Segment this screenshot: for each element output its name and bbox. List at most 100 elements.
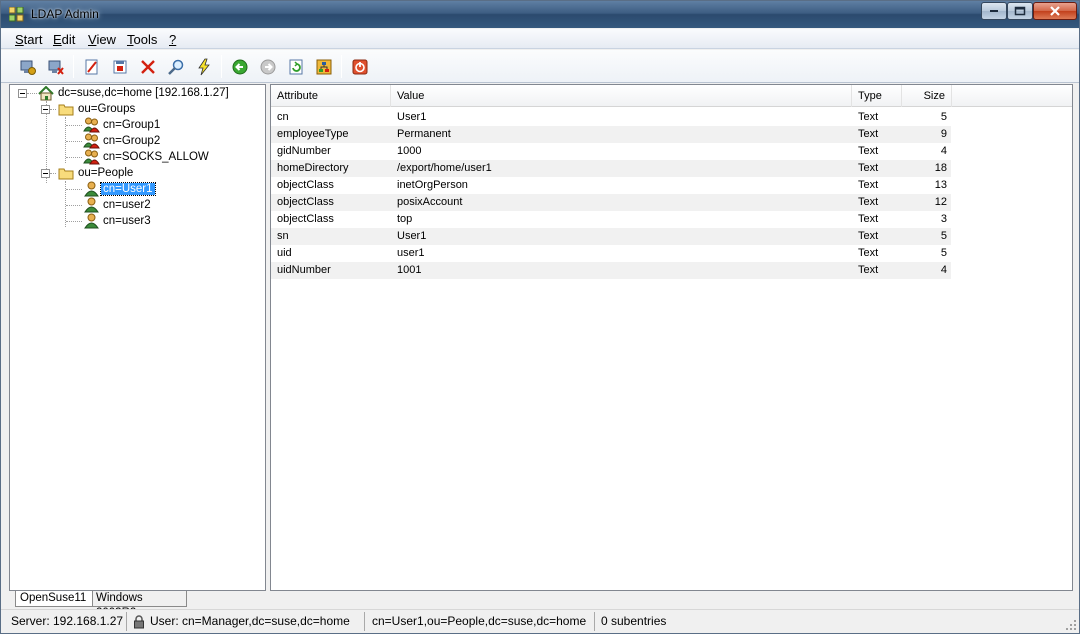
- menu-help[interactable]: ?: [169, 32, 176, 47]
- back-icon: [232, 59, 248, 75]
- attribute-cell: sn: [277, 230, 289, 242]
- table-row[interactable]: objectClass top Text 3: [271, 211, 951, 228]
- schema-button[interactable]: [313, 56, 335, 78]
- lock-icon: [133, 614, 145, 629]
- attribute-cell: uid: [277, 247, 292, 259]
- attribute-cell: objectClass: [277, 213, 334, 225]
- value-cell: top: [397, 213, 413, 225]
- resize-grip-icon[interactable]: [1065, 619, 1077, 631]
- size-cell: 5: [940, 230, 947, 242]
- close-button[interactable]: [1033, 2, 1077, 20]
- connection-tabs: OpenSuse11 Windows 2003R2: [9, 591, 1073, 619]
- forward-icon: [260, 59, 276, 75]
- delete-button[interactable]: [137, 56, 159, 78]
- app-window: LDAP Admin Start Edit View Tools ? dc=su…: [0, 0, 1080, 634]
- tree-node-label-selected: cn=User1: [100, 182, 156, 196]
- menu-view[interactable]: View: [88, 32, 116, 47]
- table-row[interactable]: cn User1 Text 5: [271, 109, 951, 126]
- close-icon: [1050, 6, 1060, 16]
- tree-line: [66, 221, 82, 222]
- table-row[interactable]: uid user1 Text 5: [271, 245, 951, 262]
- window-title: LDAP Admin: [31, 7, 99, 21]
- column-header-type[interactable]: Type: [852, 85, 902, 107]
- menu-tools[interactable]: Tools: [127, 32, 157, 47]
- tree-node-socks-allow[interactable]: cn=SOCKS_ALLOW: [82, 149, 211, 165]
- attribute-cell: employeeType: [277, 128, 349, 140]
- column-header-attribute[interactable]: Attribute: [271, 85, 391, 107]
- tree-expander-root[interactable]: [18, 89, 27, 98]
- type-cell: Text: [858, 111, 879, 123]
- status-server: Server: 192.168.1.27: [7, 612, 127, 631]
- attribute-list[interactable]: Attribute Value Type Size cn User1 Text 5 em…: [270, 84, 1073, 591]
- edit-entry-button[interactable]: [81, 56, 103, 78]
- exit-button[interactable]: [349, 56, 371, 78]
- tree-node-group2[interactable]: cn=Group2: [82, 133, 162, 149]
- tree-node-label: cn=user2: [103, 199, 151, 211]
- modify-icon: [198, 58, 210, 76]
- tree-node-root[interactable]: dc=suse,dc=home [192.168.1.27]: [37, 85, 231, 101]
- tree-line: [66, 189, 82, 190]
- menu-edit[interactable]: Edit: [53, 32, 75, 47]
- size-cell: 3: [940, 213, 947, 225]
- connect-button[interactable]: [17, 56, 39, 78]
- tree-node-user3[interactable]: cn=user3: [82, 213, 153, 229]
- tree-node-people[interactable]: ou=People: [57, 165, 135, 181]
- menu-start[interactable]: Start: [15, 32, 42, 47]
- tree-node-user2[interactable]: cn=user2: [82, 197, 153, 213]
- tree-line: [66, 125, 82, 126]
- tree-node-groups[interactable]: ou=Groups: [57, 101, 137, 117]
- refresh-button[interactable]: [285, 56, 307, 78]
- disconnect-button[interactable]: [45, 56, 67, 78]
- attribute-cell: objectClass: [277, 179, 334, 191]
- table-row[interactable]: uidNumber 1001 Text 4: [271, 262, 951, 279]
- tree-expander-groups[interactable]: [41, 105, 50, 114]
- maximize-button[interactable]: [1007, 2, 1033, 20]
- type-cell: Text: [858, 128, 879, 140]
- table-row[interactable]: sn User1 Text 5: [271, 228, 951, 245]
- exit-icon: [352, 59, 368, 75]
- tree-node-label: dc=suse,dc=home [192.168.1.27]: [58, 87, 229, 99]
- tree-node-group1[interactable]: cn=Group1: [82, 117, 162, 133]
- table-row[interactable]: homeDirectory/export/home/user1 Text 18: [271, 160, 951, 177]
- type-cell: Text: [858, 264, 879, 276]
- disconnect-icon: [48, 60, 64, 75]
- toolbar-separator: [73, 55, 74, 78]
- type-cell: Text: [858, 145, 879, 157]
- table-row[interactable]: objectClass inetOrgPerson Text 13: [271, 177, 951, 194]
- column-header-value[interactable]: Value: [391, 85, 852, 107]
- search-icon: [168, 59, 184, 75]
- size-cell: 4: [940, 145, 947, 157]
- size-cell: 5: [940, 247, 947, 259]
- table-row[interactable]: employeeType Permanent Text 9: [271, 126, 951, 143]
- tab-windows-2003r2[interactable]: Windows 2003R2: [91, 591, 187, 619]
- tree-line: [50, 173, 56, 174]
- status-user: User: cn=Manager,dc=suse,dc=home: [127, 612, 365, 631]
- value-cell: 1000: [397, 145, 422, 157]
- attribute-cell: uidNumber: [277, 264, 331, 276]
- title-bar[interactable]: LDAP Admin: [1, 1, 1079, 28]
- search-button[interactable]: [165, 56, 187, 78]
- new-entry-button[interactable]: [109, 56, 131, 78]
- directory-tree[interactable]: dc=suse,dc=home [192.168.1.27] ou=Groups…: [9, 84, 266, 591]
- column-header-size[interactable]: Size: [902, 85, 952, 107]
- schema-icon: [316, 59, 332, 75]
- value-cell: 1001: [397, 264, 422, 276]
- tree-expander-people[interactable]: [41, 169, 50, 178]
- tree-node-user1[interactable]: cn=User1: [82, 181, 156, 197]
- attribute-list-header: Attribute Value Type Size: [271, 85, 1072, 107]
- table-row[interactable]: gidNumber 1000 Text 4: [271, 143, 951, 160]
- minimize-button[interactable]: [981, 2, 1007, 20]
- tree-line: [66, 157, 82, 158]
- type-cell: Text: [858, 196, 879, 208]
- status-dn: cn=User1,ou=People,dc=suse,dc=home: [365, 612, 595, 631]
- attribute-cell: homeDirectory: [277, 162, 349, 174]
- tree-node-label: cn=SOCKS_ALLOW: [103, 151, 209, 163]
- connect-icon: [20, 60, 36, 75]
- forward-button[interactable]: [257, 56, 279, 78]
- back-button[interactable]: [229, 56, 251, 78]
- status-subentries: 0 subentries: [601, 614, 667, 628]
- tree-node-label: cn=user3: [103, 215, 151, 227]
- table-row[interactable]: objectClass posixAccount Text 12: [271, 194, 951, 211]
- modify-button[interactable]: [193, 56, 215, 78]
- tab-opensuse11[interactable]: OpenSuse11: [15, 591, 93, 607]
